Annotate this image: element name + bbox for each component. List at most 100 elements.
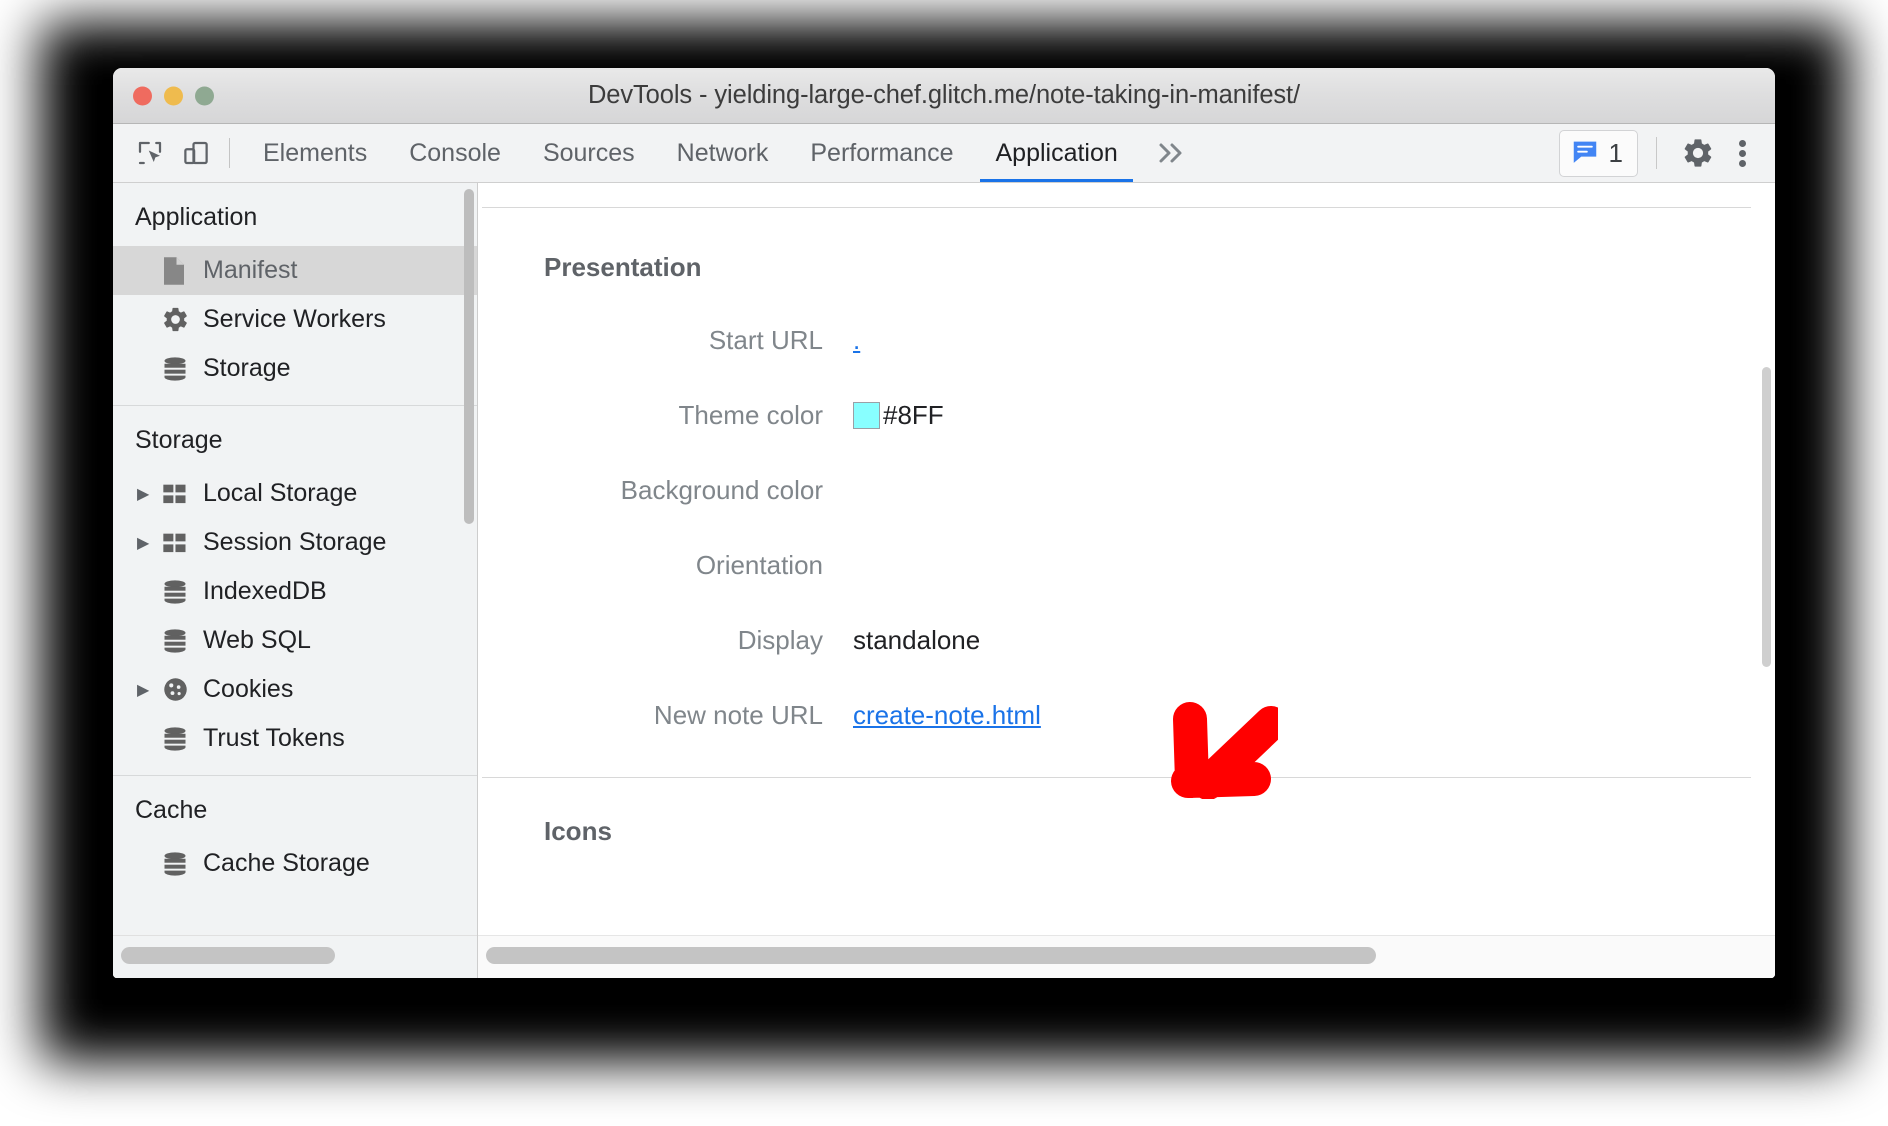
sidebar-item-label: Storage <box>203 354 291 382</box>
sidebar-item-label: IndexedDB <box>203 577 327 605</box>
table-icon <box>161 531 199 555</box>
sidebar-item-manifest[interactable]: ▶ Manifest <box>113 246 477 295</box>
sidebar-horizontal-scrollbar[interactable] <box>113 935 477 978</box>
sidebar-item-label: Trust Tokens <box>203 724 345 752</box>
tab-network[interactable]: Network <box>656 124 790 182</box>
document-icon <box>161 256 199 286</box>
sidebar-item-label: Web SQL <box>203 626 311 654</box>
message-count-badge[interactable]: 1 <box>1558 129 1638 177</box>
expand-arrow-icon[interactable]: ▶ <box>137 680 161 700</box>
panel-vertical-scrollbar[interactable] <box>1762 367 1771 667</box>
presentation-section-heading: Presentation <box>544 252 702 282</box>
message-bubble-icon <box>1570 136 1600 171</box>
sidebar-item-label: Cache Storage <box>203 849 370 877</box>
new-note-url-link[interactable]: create-note.html <box>853 700 1041 731</box>
tab-sources[interactable]: Sources <box>522 124 656 182</box>
tab-label: Elements <box>263 138 368 167</box>
inspect-element-icon[interactable] <box>127 130 173 176</box>
sidebar-item-storage[interactable]: ▶ Storage <box>113 344 477 393</box>
tab-elements[interactable]: Elements <box>242 124 388 182</box>
sidebar-item-session-storage[interactable]: ▶ Session Storage <box>113 518 477 567</box>
field-value: . <box>823 325 860 356</box>
toolbar-right-actions: 1 <box>1558 129 1775 177</box>
sidebar-section-application: Application ▶ Manifest <box>113 183 477 406</box>
field-label: Theme color <box>678 400 824 430</box>
sidebar-vertical-scrollbar[interactable] <box>464 189 474 524</box>
sidebar-item-indexeddb[interactable]: ▶ IndexedDB <box>113 567 477 616</box>
field-value: create-note.html <box>823 700 1041 731</box>
kebab-dot <box>1738 159 1746 167</box>
sidebar-item-cookies[interactable]: ▶ Cookies <box>113 665 477 714</box>
field-label: Start URL <box>708 325 823 355</box>
field-new-note-url: New note URL create-note.html <box>478 678 1775 753</box>
window-traffic-lights[interactable] <box>133 86 214 105</box>
table-icon <box>161 482 199 506</box>
field-label: New note URL <box>653 700 823 730</box>
devtools-toolbar: Elements Console Sources Network Perform… <box>113 124 1775 183</box>
tab-label: Application <box>995 138 1118 167</box>
devtools-tab-list: Elements Console Sources Network Perform… <box>242 124 1139 182</box>
start-url-link[interactable]: . <box>853 325 860 356</box>
sidebar-item-trust-tokens[interactable]: ▶ Trust Tokens <box>113 714 477 763</box>
sidebar-section-storage: Storage ▶ Local Storage ▶ Session Storag… <box>113 406 477 776</box>
sidebar-item-web-sql[interactable]: ▶ Web SQL <box>113 616 477 665</box>
field-value: #8FF <box>823 400 944 431</box>
field-orientation: Orientation <box>478 528 1775 603</box>
sidebar-item-label: Manifest <box>203 256 298 284</box>
sidebar-item-label: Service Workers <box>203 305 386 333</box>
more-tabs-icon[interactable] <box>1139 140 1203 166</box>
tab-application[interactable]: Application <box>974 124 1138 182</box>
manifest-panel: Presentation Start URL . Theme color #8F… <box>478 183 1775 978</box>
database-icon <box>161 355 199 383</box>
tab-console[interactable]: Console <box>388 124 522 182</box>
close-window-button[interactable] <box>133 86 152 105</box>
message-count-label: 1 <box>1608 138 1623 168</box>
sidebar-section-title: Application <box>135 203 258 231</box>
kebab-menu-icon[interactable] <box>1725 130 1759 176</box>
devtools-window: DevTools - yielding-large-chef.glitch.me… <box>113 68 1775 978</box>
manifest-panel-content: Presentation Start URL . Theme color #8F… <box>478 207 1775 959</box>
page-backdrop: DevTools - yielding-large-chef.glitch.me… <box>0 0 1888 1126</box>
tab-label: Console <box>409 138 501 167</box>
gear-icon <box>161 305 199 334</box>
maximize-window-button[interactable] <box>195 86 214 105</box>
database-icon <box>161 578 199 606</box>
panel-horizontal-scrollbar[interactable] <box>478 935 1775 978</box>
field-label: Orientation <box>695 550 823 580</box>
toolbar-right-divider <box>1656 137 1657 169</box>
field-display: Display standalone <box>478 603 1775 678</box>
panel-scrollbar-thumb[interactable] <box>486 947 1376 964</box>
theme-color-swatch <box>853 402 880 429</box>
sidebar-item-local-storage[interactable]: ▶ Local Storage <box>113 469 477 518</box>
sidebar-item-label: Cookies <box>203 675 294 703</box>
kebab-dot <box>1738 139 1746 147</box>
field-theme-color: Theme color #8FF <box>478 378 1775 453</box>
sidebar-section-title: Storage <box>135 426 223 454</box>
window-title: DevTools - yielding-large-chef.glitch.me… <box>587 81 1301 109</box>
expand-arrow-icon[interactable]: ▶ <box>137 484 161 504</box>
database-icon <box>161 725 199 753</box>
tab-performance[interactable]: Performance <box>789 124 974 182</box>
device-toolbar-icon[interactable] <box>173 130 219 176</box>
sidebar-item-service-workers[interactable]: ▶ Service Workers <box>113 295 477 344</box>
expand-arrow-icon[interactable]: ▶ <box>137 533 161 553</box>
field-start-url: Start URL . <box>478 303 1775 378</box>
sidebar-item-label: Session Storage <box>203 528 387 556</box>
theme-color-value: #8FF <box>883 400 944 430</box>
database-icon <box>161 627 199 655</box>
presentation-fields: Start URL . Theme color #8FF Background … <box>478 283 1775 753</box>
sidebar-section-title: Cache <box>135 796 208 824</box>
toolbar-divider <box>229 138 230 168</box>
gear-icon[interactable] <box>1675 130 1721 176</box>
application-sidebar: Application ▶ Manifest <box>113 183 478 978</box>
sidebar-item-label: Local Storage <box>203 479 358 507</box>
kebab-dot <box>1738 149 1746 157</box>
sidebar-item-cache-storage[interactable]: ▶ Cache Storage <box>113 839 477 888</box>
tab-label: Network <box>676 138 769 167</box>
field-label: Background color <box>620 475 823 505</box>
field-label: Display <box>737 625 823 655</box>
icons-section-heading: Icons <box>544 816 612 846</box>
sidebar-scrollbar-thumb[interactable] <box>121 947 335 964</box>
minimize-window-button[interactable] <box>164 86 183 105</box>
sidebar-section-cache: Cache ▶ Cache Stor <box>113 776 477 900</box>
